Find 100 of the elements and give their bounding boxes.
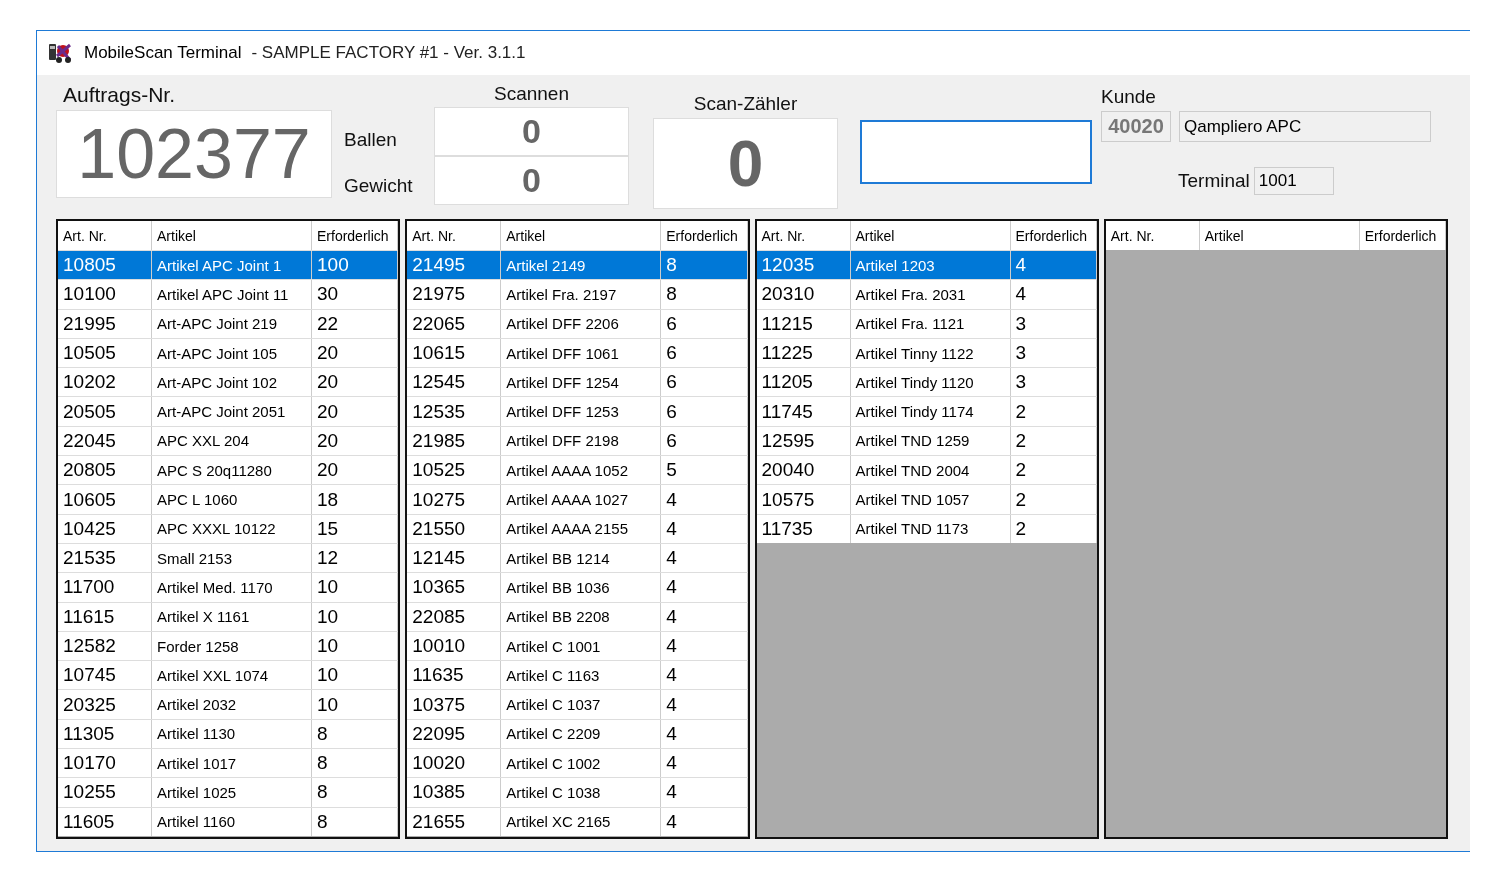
table-cell: 8 (312, 778, 399, 807)
table-cell: Artikel Fra. 1121 (850, 309, 1011, 338)
order-number-field: 102377 (56, 110, 332, 198)
table-row[interactable]: 20805 APC S 20q11280 20 (58, 455, 399, 485)
table-row[interactable]: 22065 Artikel DFF 2206 6 (407, 308, 748, 338)
table-row[interactable]: 10605 APC L 1060 18 (58, 484, 399, 514)
table-cell: 10385 (407, 778, 502, 807)
table-row[interactable]: 11305 Artikel 1130 8 (58, 718, 399, 749)
table-row[interactable]: 20310 Artikel Fra. 2031 4 (756, 279, 1097, 309)
table-cell: Artikel C 1037 (501, 690, 662, 719)
table-row[interactable]: 10385 Artikel C 1038 4 (407, 777, 748, 807)
table-row[interactable]: 10615 Artikel DFF 1061 6 (407, 337, 748, 368)
table-cell: 4 (661, 778, 748, 807)
bales-count-field: 0 (434, 107, 629, 156)
table-row[interactable]: 22045 APC XXL 204 20 (58, 425, 399, 456)
table-cell: 10 (312, 602, 399, 631)
table-row[interactable]: 21655 Artikel XC 2165 4 (407, 806, 748, 836)
table-cell: 20325 (58, 690, 152, 719)
table-row[interactable]: 22085 Artikel BB 2208 4 (407, 601, 748, 631)
table-row[interactable]: 10202 Art-APC Joint 102 20 (58, 367, 399, 397)
table-row[interactable]: 11615 Artikel X 1161 10 (58, 601, 399, 631)
table-cell: Artikel AAAA 1027 (501, 485, 662, 514)
table-cell: 22085 (407, 602, 502, 631)
table-row[interactable]: 11225 Artikel Tinny 1122 3 (756, 337, 1097, 368)
table-row[interactable]: 10745 Artikel XXL 1074 10 (58, 660, 399, 690)
table-cell: Art-APC Joint 2051 (152, 397, 312, 426)
table-row[interactable]: 20040 Artikel TND 2004 2 (756, 455, 1097, 485)
table-cell: 21655 (407, 807, 502, 836)
table-cell: 4 (661, 485, 748, 514)
window-subtitle: - SAMPLE FACTORY #1 - Ver. 3.1.1 (251, 43, 526, 63)
table-row[interactable]: 21535 Small 2153 12 (58, 542, 399, 573)
table-cell: 18 (312, 485, 399, 514)
table-row[interactable]: 12595 Artikel TND 1259 2 (756, 425, 1097, 456)
scan-label: Scannen (493, 83, 570, 105)
table-row[interactable]: 10505 Art-APC Joint 105 20 (58, 337, 399, 368)
table-row[interactable]: 12145 Artikel BB 1214 4 (407, 542, 748, 573)
table-cell: APC L 1060 (152, 485, 312, 514)
column-header[interactable]: Artikel (1199, 221, 1360, 250)
table-row[interactable]: 11735 Artikel TND 1173 2 (756, 513, 1097, 543)
table-row[interactable]: 11205 Artikel Tindy 1120 3 (756, 367, 1097, 397)
column-header[interactable]: Art. Nr. (1105, 221, 1200, 250)
table-row[interactable]: 12035 Artikel 1203 4 (756, 250, 1097, 280)
table-cell: Artikel AAAA 2155 (501, 514, 662, 543)
table-row[interactable]: 22095 Artikel C 2209 4 (407, 718, 748, 749)
table-cell: 11215 (756, 309, 851, 338)
table-cell: 11700 (58, 573, 152, 602)
table-row[interactable]: 11745 Artikel Tindy 1174 2 (756, 396, 1097, 426)
table-cell: APC XXXL 10122 (152, 514, 312, 543)
table-cell: 8 (312, 807, 399, 836)
table-row[interactable]: 10425 APC XXXL 10122 15 (58, 513, 399, 543)
table-cell: 20505 (58, 397, 152, 426)
table-row[interactable]: 10375 Artikel C 1037 4 (407, 689, 748, 719)
table-cell: Artikel 1160 (152, 807, 312, 836)
customer-label: Kunde (1101, 86, 1157, 108)
table-row[interactable]: 21995 Art-APC Joint 219 22 (58, 308, 399, 338)
table-row[interactable]: 10255 Artikel 1025 8 (58, 777, 399, 807)
table-cell: Artikel 2032 (152, 690, 312, 719)
table-cell: 11615 (58, 602, 152, 631)
weight-label: Gewicht (344, 175, 414, 197)
table-row[interactable]: 20505 Art-APC Joint 2051 20 (58, 396, 399, 426)
table-row[interactable]: 21550 Artikel AAAA 2155 4 (407, 513, 748, 543)
table-row[interactable]: 10365 Artikel BB 1036 4 (407, 572, 748, 602)
table-row[interactable]: 10275 Artikel AAAA 1027 4 (407, 484, 748, 514)
table-row[interactable]: 10010 Artikel C 1001 4 (407, 630, 748, 661)
table-row[interactable]: 11700 Artikel Med. 1170 10 (58, 572, 399, 602)
table-row[interactable]: 21985 Artikel DFF 2198 6 (407, 425, 748, 456)
table-cell: Art-APC Joint 219 (152, 309, 312, 338)
table-cell: 4 (661, 690, 748, 719)
scan-counter-field: 0 (653, 118, 838, 209)
table-row[interactable]: 20325 Artikel 2032 10 (58, 689, 399, 719)
table-row[interactable]: 10805 Artikel APC Joint 1 100 (58, 250, 399, 280)
table-row[interactable]: 21975 Artikel Fra. 2197 8 (407, 279, 748, 309)
table-cell: 15 (312, 514, 399, 543)
table-row[interactable]: 11605 Artikel 1160 8 (58, 806, 399, 836)
table-row[interactable]: 10525 Artikel AAAA 1052 5 (407, 455, 748, 485)
table-cell: 6 (661, 397, 748, 426)
scan-input-field[interactable] (860, 120, 1092, 184)
table-cell: 8 (661, 280, 748, 309)
table-row[interactable]: 11215 Artikel Fra. 1121 3 (756, 308, 1097, 338)
column-header[interactable]: Erforderlich (1359, 221, 1446, 250)
table-row[interactable]: 21495 Artikel 2149 8 (407, 250, 748, 280)
table-row[interactable]: 12535 Artikel DFF 1253 6 (407, 396, 748, 426)
table-row[interactable]: 10020 Artikel C 1002 4 (407, 748, 748, 778)
table-cell: 20 (312, 397, 399, 426)
table-row[interactable]: 11635 Artikel C 1163 4 (407, 660, 748, 690)
table-cell: 4 (1010, 280, 1097, 309)
table-row[interactable]: 10575 Artikel TND 1057 2 (756, 484, 1097, 514)
table-cell: 10255 (58, 778, 152, 807)
table-cell: 10425 (58, 514, 152, 543)
table-cell: Artikel BB 1036 (501, 573, 662, 602)
table-row[interactable]: 12582 Forder 1258 10 (58, 630, 399, 661)
table-cell: Artikel DFF 2206 (501, 309, 662, 338)
table-cell: Artikel Med. 1170 (152, 573, 312, 602)
order-number-label: Auftrags-Nr. (63, 83, 177, 107)
table-row[interactable]: 12545 Artikel DFF 1254 6 (407, 367, 748, 397)
table-row[interactable]: 10170 Artikel 1017 8 (58, 748, 399, 778)
table-cell: 20310 (756, 280, 851, 309)
window-title: MobileScan Terminal (84, 43, 242, 63)
table-row[interactable]: 10100 Artikel APC Joint 11 30 (58, 279, 399, 309)
table-cell: 10 (312, 573, 399, 602)
